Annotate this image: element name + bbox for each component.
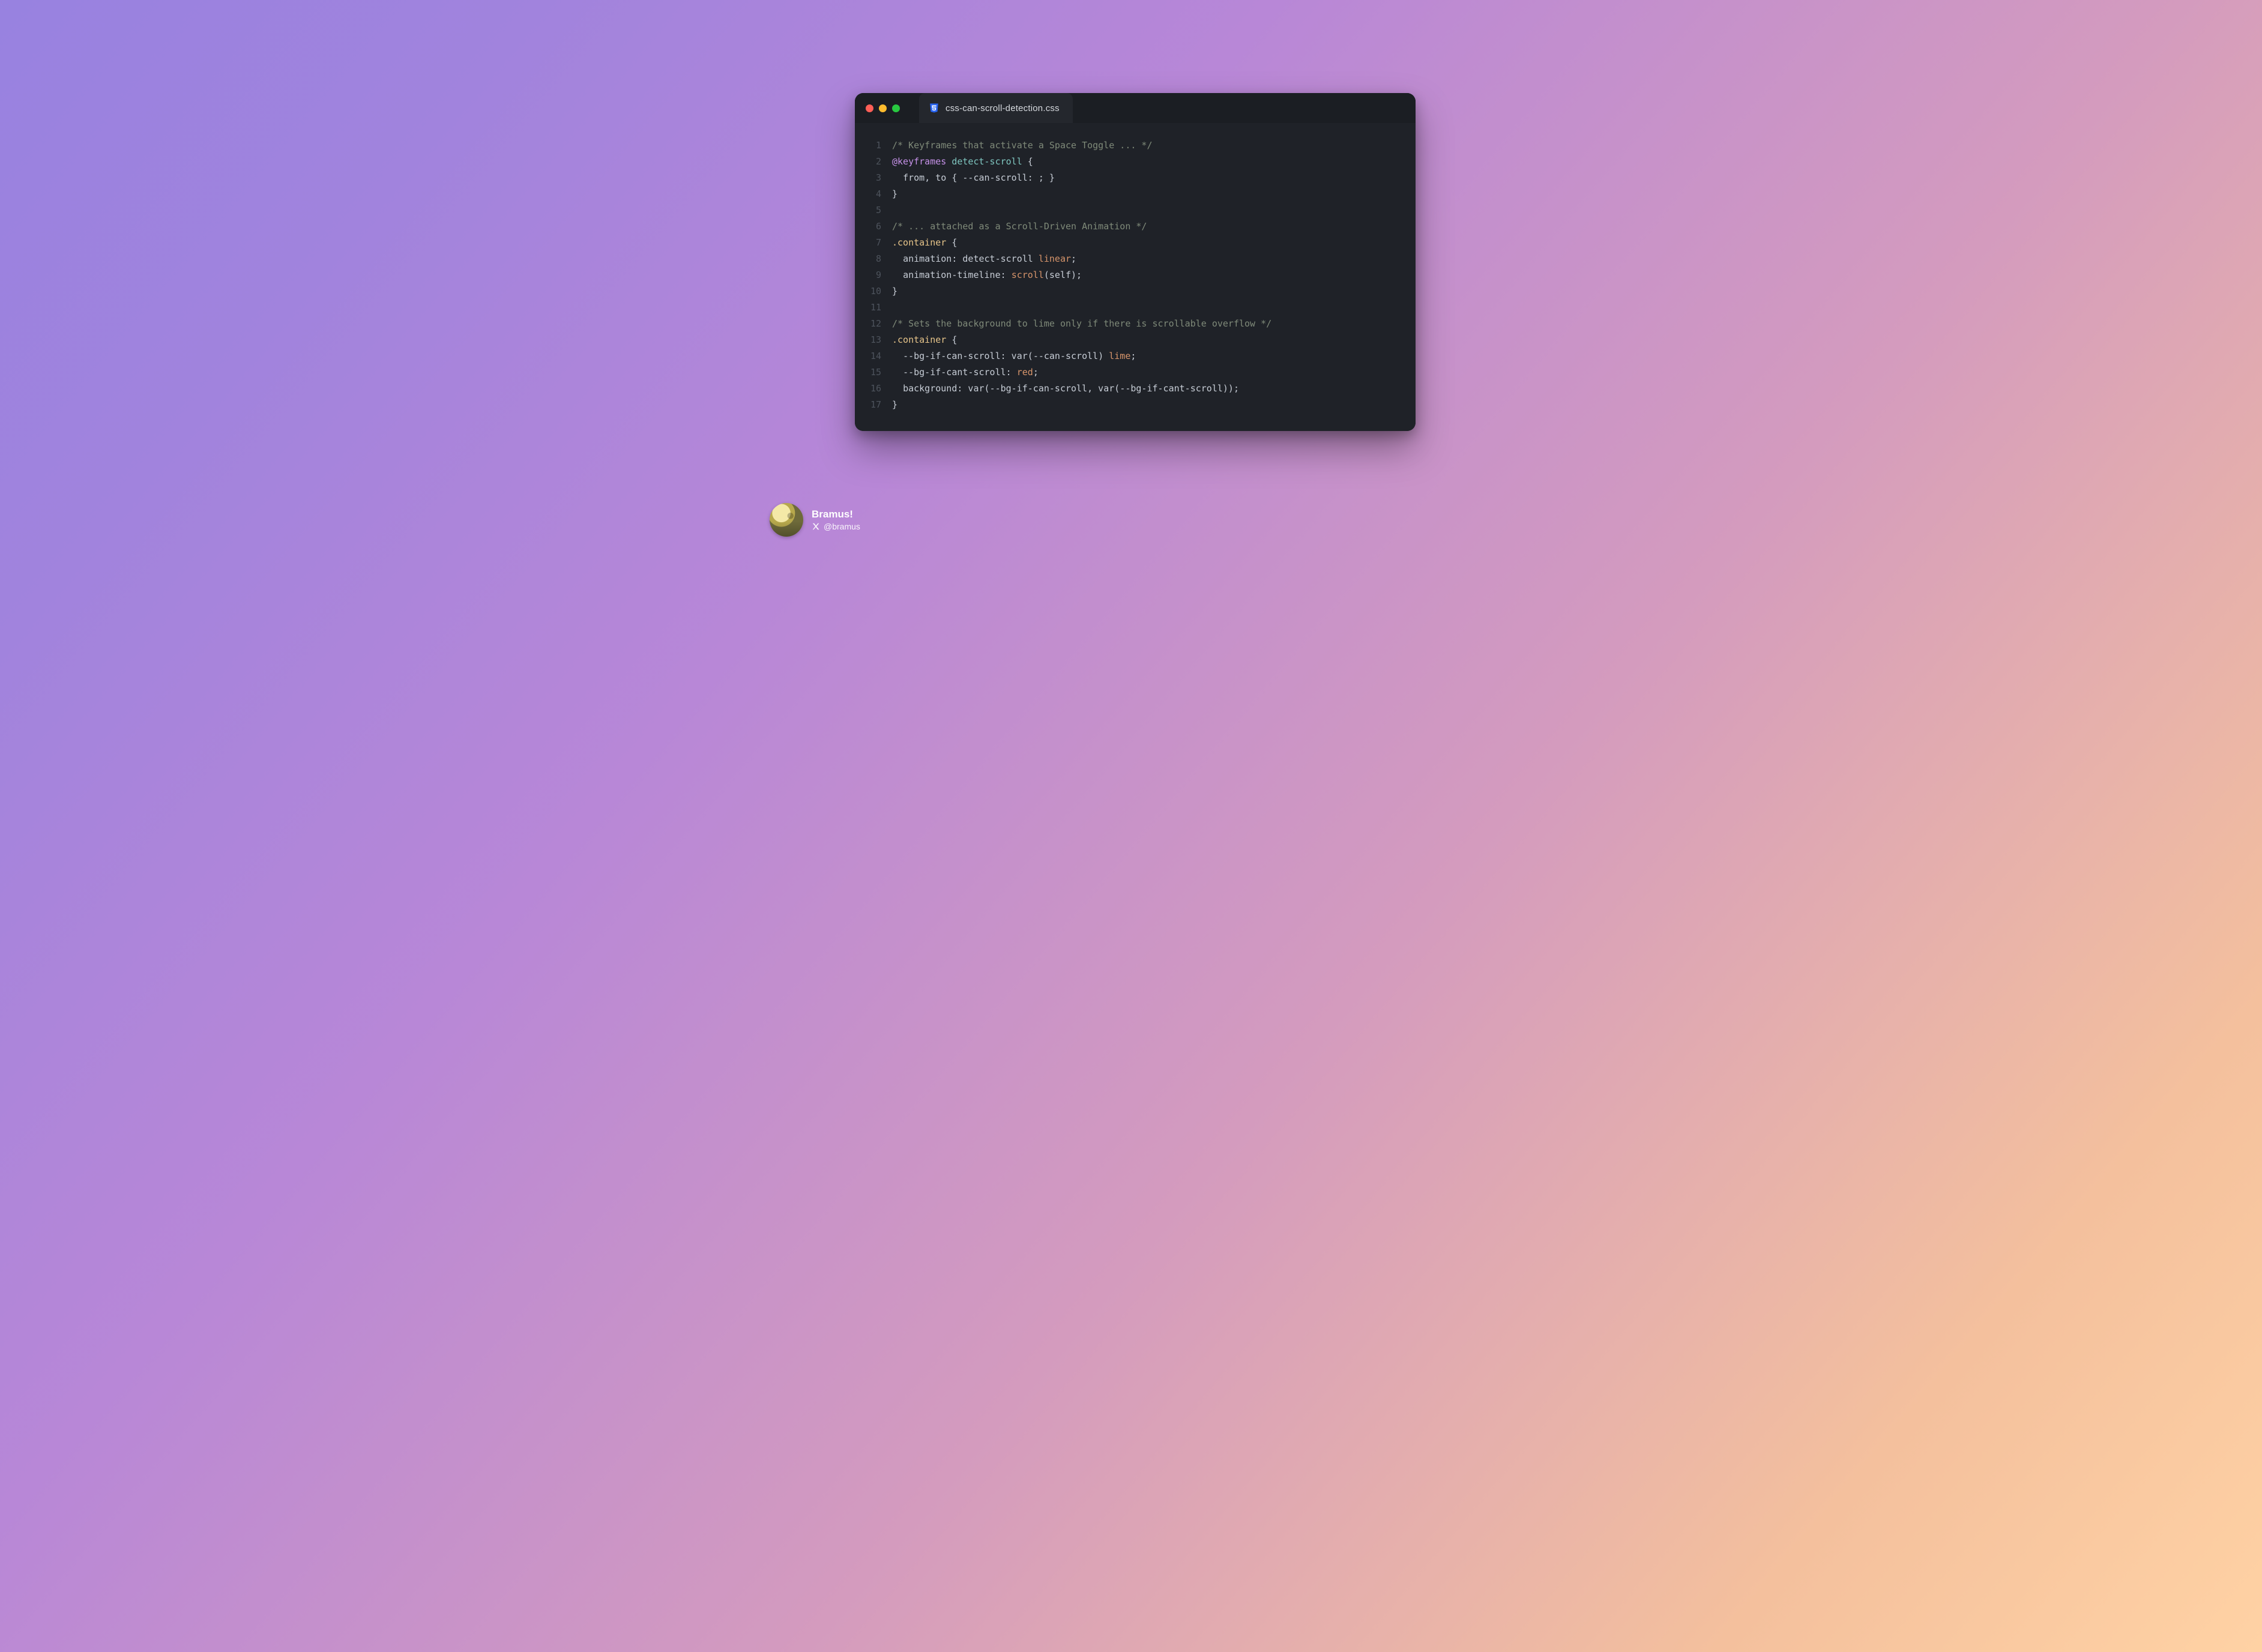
code-content: }	[884, 283, 897, 300]
code-content: animation-timeline: scroll(self);	[884, 267, 1082, 283]
code-line[interactable]: 9 animation-timeline: scroll(self);	[866, 267, 1399, 283]
code-content	[884, 300, 892, 316]
code-line[interactable]: 1/* Keyframes that activate a Space Togg…	[866, 137, 1399, 154]
code-line[interactable]: 17}	[866, 397, 1399, 413]
code-line[interactable]: 3 from, to { --can-scroll: ; }	[866, 170, 1399, 186]
code-content: /* ... attached as a Scroll-Driven Anima…	[884, 219, 1147, 235]
code-line[interactable]: 12/* Sets the background to lime only if…	[866, 316, 1399, 332]
code-content: @keyframes detect-scroll {	[884, 154, 1033, 170]
code-content: }	[884, 186, 897, 202]
line-number: 14	[866, 348, 884, 364]
code-line[interactable]: 16 background: var(--bg-if-can-scroll, v…	[866, 381, 1399, 397]
line-number: 7	[866, 235, 884, 251]
line-number: 16	[866, 381, 884, 397]
line-number: 2	[866, 154, 884, 170]
code-line[interactable]: 15 --bg-if-cant-scroll: red;	[866, 364, 1399, 381]
code-content: from, to { --can-scroll: ; }	[884, 170, 1055, 186]
code-line[interactable]: 14 --bg-if-can-scroll: var(--can-scroll)…	[866, 348, 1399, 364]
code-line[interactable]: 5	[866, 202, 1399, 219]
traffic-lights	[866, 104, 900, 112]
code-line[interactable]: 10}	[866, 283, 1399, 300]
line-number: 9	[866, 267, 884, 283]
author-name: Bramus!	[812, 508, 860, 520]
line-number: 10	[866, 283, 884, 300]
line-number: 17	[866, 397, 884, 413]
file-tab[interactable]: css-can-scroll-detection.css	[919, 93, 1073, 123]
line-number: 3	[866, 170, 884, 186]
code-line[interactable]: 11	[866, 300, 1399, 316]
code-content: .container {	[884, 332, 957, 348]
author-handle-text: @bramus	[824, 522, 860, 531]
code-line[interactable]: 6/* ... attached as a Scroll-Driven Anim…	[866, 219, 1399, 235]
line-number: 11	[866, 300, 884, 316]
code-line[interactable]: 8 animation: detect-scroll linear;	[866, 251, 1399, 267]
code-content: animation: detect-scroll linear;	[884, 251, 1076, 267]
close-icon[interactable]	[866, 104, 873, 112]
x-icon	[812, 522, 820, 531]
line-number: 12	[866, 316, 884, 332]
line-number: 15	[866, 364, 884, 381]
code-content	[884, 202, 892, 219]
line-number: 8	[866, 251, 884, 267]
line-number: 13	[866, 332, 884, 348]
line-number: 5	[866, 202, 884, 219]
code-content: --bg-if-can-scroll: var(--can-scroll) li…	[884, 348, 1136, 364]
css3-icon	[929, 103, 939, 113]
minimize-icon[interactable]	[879, 104, 887, 112]
line-number: 4	[866, 186, 884, 202]
line-number: 1	[866, 137, 884, 154]
code-line[interactable]: 13.container {	[866, 332, 1399, 348]
editor-window: css-can-scroll-detection.css 1/* Keyfram…	[855, 93, 1416, 431]
avatar	[770, 503, 803, 537]
code-content: --bg-if-cant-scroll: red;	[884, 364, 1039, 381]
code-content: .container {	[884, 235, 957, 251]
author-text: Bramus! @bramus	[812, 508, 860, 531]
code-content: background: var(--bg-if-can-scroll, var(…	[884, 381, 1239, 397]
code-content: }	[884, 397, 897, 413]
code-line[interactable]: 2@keyframes detect-scroll {	[866, 154, 1399, 170]
window-titlebar: css-can-scroll-detection.css	[855, 93, 1416, 123]
tab-title: css-can-scroll-detection.css	[946, 103, 1060, 113]
line-number: 6	[866, 219, 884, 235]
code-content: /* Sets the background to lime only if t…	[884, 316, 1271, 332]
zoom-icon[interactable]	[892, 104, 900, 112]
code-line[interactable]: 7.container {	[866, 235, 1399, 251]
code-content: /* Keyframes that activate a Space Toggl…	[884, 137, 1152, 154]
author-byline: Bramus! @bramus	[770, 503, 860, 537]
code-line[interactable]: 4}	[866, 186, 1399, 202]
stage: css-can-scroll-detection.css 1/* Keyfram…	[754, 0, 1508, 551]
code-editor[interactable]: 1/* Keyframes that activate a Space Togg…	[855, 123, 1416, 431]
author-handle[interactable]: @bramus	[812, 522, 860, 531]
